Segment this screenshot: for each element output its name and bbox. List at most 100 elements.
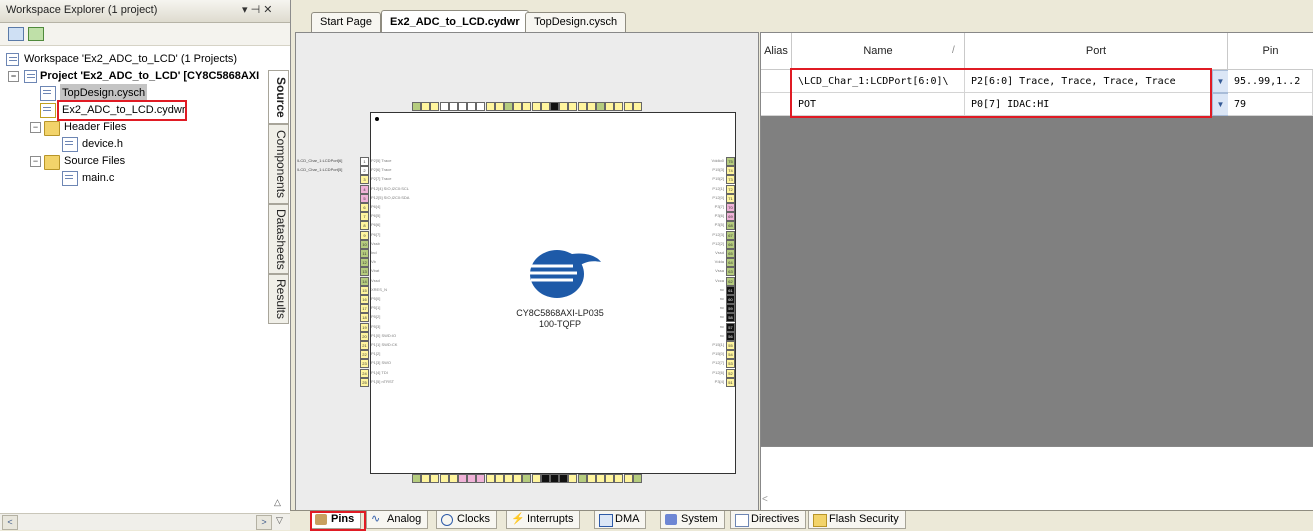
chip-pin-bottom[interactable] [577, 474, 587, 483]
chip-pin-left[interactable]: 14 [360, 276, 369, 286]
chip-pin-bottom[interactable] [568, 474, 578, 483]
panel-pin-controls[interactable]: ▾ ⊣ ✕ [242, 3, 272, 16]
collapse-icon[interactable]: − [30, 122, 41, 133]
chip-pin-right[interactable]: 60 [726, 295, 735, 304]
chip-pin-bottom[interactable] [531, 474, 541, 483]
chip-pin-right[interactable]: 61 [726, 285, 735, 295]
chip-pin-left[interactable]: 17 [360, 304, 369, 314]
chip-pin-top[interactable] [458, 102, 467, 111]
chip-pin-top[interactable] [586, 102, 596, 111]
collapse-icon[interactable]: − [30, 156, 41, 167]
chip-pin-top[interactable] [448, 102, 458, 111]
chip-pin-right[interactable]: 66 [726, 239, 735, 249]
tab-cydwr[interactable]: Ex2_ADC_to_LCD.cydwr [381, 10, 529, 33]
tab-system[interactable]: System [660, 511, 725, 529]
chip-pin-right[interactable]: 69 [726, 212, 735, 222]
side-tab-components[interactable]: Components [268, 124, 289, 204]
chip-pin-right[interactable]: 62 [726, 276, 735, 286]
side-tab-results[interactable]: Results [268, 274, 289, 324]
chip-pin-bottom[interactable] [412, 474, 421, 483]
chip-pin-left[interactable]: 23 [360, 359, 369, 369]
chip-pin-right[interactable]: 70 [726, 203, 735, 212]
chip-pin-right[interactable]: 74 [726, 166, 735, 176]
chip-pin-right[interactable]: 68 [726, 221, 735, 231]
chip-pin-bottom[interactable] [430, 474, 440, 483]
column-header-pin[interactable]: Pin [1228, 33, 1313, 70]
chip-pin-left[interactable]: 6 [360, 203, 369, 212]
chip-pin-left[interactable]: 9 [360, 230, 369, 240]
chip-pin-bottom[interactable] [504, 474, 513, 483]
scroll-left-icon[interactable]: < [762, 494, 768, 505]
chip-pin-right[interactable]: 63 [726, 267, 735, 277]
chip-pin-bottom[interactable] [485, 474, 495, 483]
scroll-up-icon[interactable]: △ [274, 497, 281, 508]
chip-pin-top[interactable] [504, 102, 513, 111]
column-header-port[interactable]: Port [965, 33, 1228, 70]
chip-pin-bottom[interactable] [421, 474, 431, 483]
port-dropdown-chevron-icon[interactable]: ▼ [1212, 70, 1229, 93]
chip-pin-right[interactable]: 58 [726, 313, 735, 323]
chip-pin-bottom[interactable] [559, 474, 569, 483]
chip-pin-top[interactable] [421, 102, 431, 111]
chip-pin-top[interactable] [568, 102, 578, 111]
chip-pin-top[interactable] [522, 102, 532, 111]
chip-pin-right[interactable]: 72 [726, 184, 735, 194]
chip-pin-top[interactable] [632, 102, 642, 111]
chip-pin-bottom[interactable] [476, 474, 486, 483]
chip-pin-bottom[interactable] [439, 474, 449, 483]
chip-pin-top[interactable] [559, 102, 569, 111]
chip-pin-left[interactable]: 7 [360, 212, 369, 222]
tab-directives[interactable]: Directives [730, 511, 807, 529]
chip-pin-bottom[interactable] [550, 474, 559, 483]
chip-pin-bottom[interactable] [596, 474, 605, 483]
chip-pin-left[interactable]: 1 [360, 157, 369, 166]
chip-pin-left[interactable]: 16 [360, 295, 369, 304]
chip-pin-bottom[interactable] [448, 474, 458, 483]
chip-pin-right[interactable]: 51 [726, 377, 735, 387]
chip-pin-top[interactable] [476, 102, 486, 111]
chip-pin-left[interactable]: 19 [360, 322, 369, 332]
tab-flash-security[interactable]: Flash Security [808, 511, 906, 529]
explorer-horizontal-scrollbar[interactable]: < > ▽ [0, 513, 290, 530]
chip-pin-bottom[interactable] [522, 474, 532, 483]
table-row-1-alias[interactable] [761, 93, 792, 116]
chip-pin-bottom[interactable] [586, 474, 596, 483]
chip-pin-bottom[interactable] [467, 474, 477, 483]
chip-pin-right[interactable]: 53 [726, 359, 735, 369]
chip-pin-bottom[interactable] [614, 474, 624, 483]
port-dropdown-chevron-icon[interactable]: ▼ [1212, 93, 1229, 116]
chip-pin-top[interactable] [439, 102, 449, 111]
tab-topdesign[interactable]: TopDesign.cysch [525, 12, 627, 32]
chip-pin-left[interactable]: 8 [360, 221, 369, 231]
chip-pin-left[interactable]: 25 [360, 377, 369, 387]
table-row-1-pin[interactable]: 79 [1228, 93, 1313, 116]
chip-pin-top[interactable] [596, 102, 605, 111]
tab-start-page[interactable]: Start Page [311, 12, 381, 32]
chip-pin-right[interactable]: 59 [726, 304, 735, 314]
chip-pin-left[interactable]: 2 [360, 166, 369, 176]
chip-pin-left[interactable]: 10 [360, 239, 369, 249]
tab-clocks[interactable]: Clocks [436, 511, 498, 529]
chip-pin-left[interactable]: 11 [360, 249, 369, 258]
chip-pin-right[interactable]: 67 [726, 230, 735, 240]
chip-pin-left[interactable]: 4 [360, 184, 369, 194]
chip-pin-right[interactable]: 65 [726, 249, 735, 258]
chip-pin-bottom[interactable] [494, 474, 504, 483]
chip-pin-top[interactable] [494, 102, 504, 111]
table-row-0-pin[interactable]: 95..99,1..2 [1228, 70, 1313, 93]
chip-pin-top[interactable] [623, 102, 633, 111]
chip-pin-left[interactable]: 15 [360, 285, 369, 295]
chip-pin-left[interactable]: 21 [360, 341, 369, 350]
chip-pin-top[interactable] [614, 102, 624, 111]
chip-pin-right[interactable]: 55 [726, 341, 735, 350]
scroll-down-icon[interactable]: ▽ [276, 515, 283, 526]
chip-pin-bottom[interactable] [605, 474, 615, 483]
chip-pin-bottom[interactable] [513, 474, 523, 483]
chip-pin-top[interactable] [550, 102, 559, 111]
chip-pin-left[interactable]: 20 [360, 331, 369, 341]
chip-pin-right[interactable]: 54 [726, 350, 735, 360]
chip-pin-top[interactable] [513, 102, 523, 111]
chip-pin-left[interactable]: 12 [360, 258, 369, 268]
chip-pin-bottom[interactable] [540, 474, 550, 483]
column-header-alias[interactable]: Alias [761, 33, 792, 70]
